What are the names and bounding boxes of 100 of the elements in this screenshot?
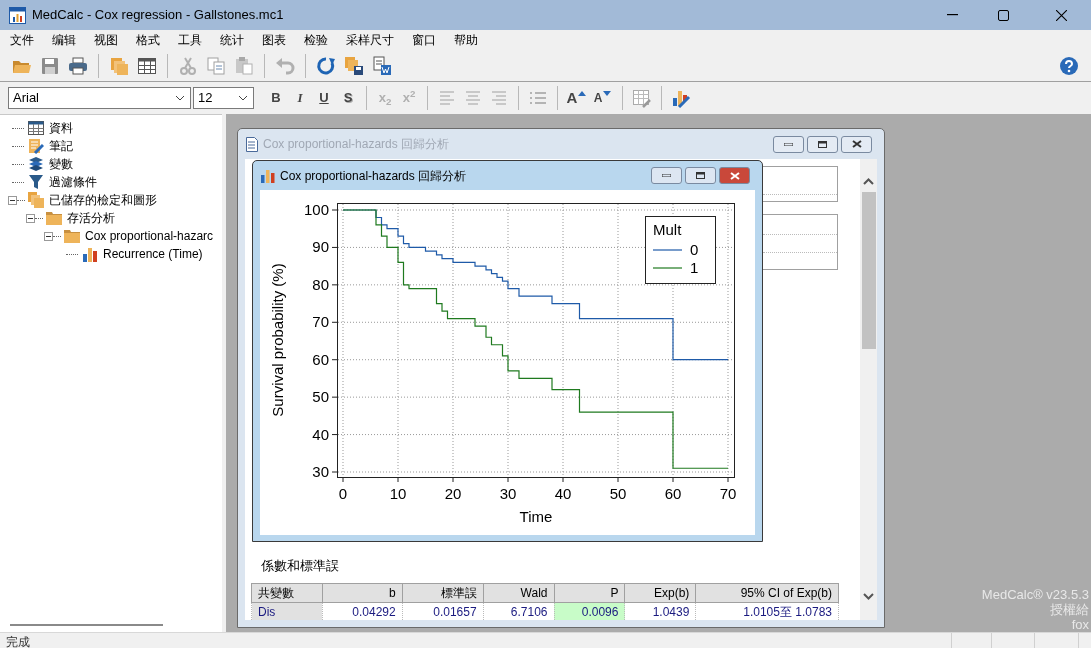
format-button[interactable]: I — [288, 87, 312, 109]
tick-label: 70 — [719, 485, 737, 502]
format-button[interactable]: U — [312, 87, 336, 109]
menu-item[interactable]: 采样尺寸 — [340, 31, 400, 49]
axis-title: Survival probability (%) — [269, 263, 286, 417]
printer-icon[interactable] — [68, 55, 88, 76]
refresh-icon[interactable] — [316, 55, 336, 76]
column-header: 共變數 — [251, 583, 323, 603]
export-word-icon[interactable] — [372, 55, 392, 76]
tick-label: 90 — [312, 238, 329, 256]
tree-item[interactable]: 筆記 — [49, 137, 73, 155]
column-header: Wald — [483, 583, 554, 603]
menu-item[interactable]: 格式 — [130, 31, 166, 49]
close-button[interactable] — [719, 167, 750, 184]
maximize-icon[interactable] — [998, 9, 1009, 21]
format-button[interactable]: B — [264, 87, 288, 109]
menu-item[interactable]: 编辑 — [46, 31, 82, 49]
legend-label: 0 — [690, 241, 699, 258]
scrollbar-thumb[interactable] — [10, 624, 163, 626]
menu-item[interactable]: 检验 — [298, 31, 334, 49]
restore-icon — [696, 172, 705, 179]
tree-item[interactable]: Recurrence (Time) — [103, 245, 203, 263]
save-icon[interactable] — [40, 55, 60, 76]
legend-label: 1 — [690, 259, 699, 276]
dropdown[interactable]: 12 — [193, 87, 254, 109]
menu-item[interactable]: 文件 — [4, 31, 40, 49]
table-settings-icon[interactable] — [632, 88, 652, 108]
chevron-down-icon[interactable] — [175, 95, 185, 101]
tree-item[interactable]: 存活分析 — [67, 209, 115, 227]
license-text: fox — [1071, 617, 1089, 632]
chevron-down-icon[interactable] — [863, 593, 874, 600]
tick-label: 50 — [609, 485, 627, 502]
document-icon[interactable] — [246, 136, 258, 152]
column-header: 標準誤 — [402, 583, 484, 603]
menu-item[interactable]: 帮助 — [448, 31, 484, 49]
tick-label: 60 — [312, 350, 329, 368]
tick-label: 50 — [312, 388, 329, 406]
column-header: b — [322, 583, 403, 603]
dropdown[interactable]: Arial — [8, 87, 191, 109]
tick-label: 40 — [554, 485, 572, 502]
menu-item[interactable]: 窗口 — [406, 31, 442, 49]
chart-edit-icon[interactable] — [671, 88, 691, 108]
folder-icon[interactable] — [64, 228, 80, 244]
close-button[interactable] — [841, 135, 872, 153]
status-text: 完成 — [5, 634, 31, 648]
column-header: P — [554, 583, 625, 603]
filter-icon[interactable] — [28, 174, 44, 190]
tree-item[interactable]: 已儲存的檢定和圖形 — [49, 191, 157, 209]
triangle-up-icon — [577, 90, 588, 97]
chevron-down-icon[interactable] — [238, 95, 248, 101]
chevron-up-icon[interactable] — [863, 178, 874, 185]
tick-label: 100 — [303, 201, 329, 218]
window-title: MedCalc - Cox regression - Gallstones.mc1 — [32, 6, 284, 25]
help-icon[interactable] — [1060, 56, 1078, 75]
stack-icon[interactable] — [28, 156, 44, 172]
license-text: 授權給 — [1050, 602, 1089, 617]
bar-chart-icon[interactable] — [82, 246, 98, 262]
legend — [645, 216, 716, 284]
triangle-down-icon — [602, 90, 613, 97]
folder-icon[interactable] — [46, 210, 62, 226]
tree-item[interactable]: Cox proportional-hazarc — [85, 227, 214, 245]
tick-label: 30 — [499, 485, 517, 502]
column-header: Exp(b) — [624, 583, 696, 603]
collapse-icon[interactable] — [8, 195, 17, 205]
tick-label: 40 — [312, 425, 329, 443]
close-icon[interactable] — [1056, 9, 1067, 21]
restore-icon — [818, 140, 827, 148]
menu-item[interactable]: 工具 — [172, 31, 208, 49]
tick-label: 30 — [312, 463, 329, 480]
pages-save-icon[interactable] — [344, 55, 364, 76]
tree-item[interactable]: 過濾條件 — [49, 173, 97, 191]
tick-label: 10 — [389, 485, 407, 502]
menu-item[interactable]: 图表 — [256, 31, 292, 49]
bar-chart-icon[interactable] — [261, 168, 275, 183]
menu-item[interactable]: 视图 — [88, 31, 124, 49]
section-title: 係數和標準誤 — [261, 557, 339, 575]
axis-title: Time — [519, 508, 553, 525]
collapse-icon[interactable] — [26, 213, 35, 223]
restore-button[interactable] — [807, 135, 838, 153]
restore-button[interactable] — [685, 167, 716, 184]
notes-icon[interactable] — [28, 138, 44, 154]
table-icon[interactable] — [28, 120, 44, 136]
tree-item[interactable]: 資料 — [49, 119, 73, 137]
legend-title: Mult — [653, 221, 682, 238]
table-icon[interactable] — [137, 55, 157, 76]
tree-item[interactable]: 變數 — [49, 155, 73, 173]
font-size-button[interactable]: A — [564, 87, 590, 109]
tick-label: 0 — [338, 485, 348, 502]
collapse-icon[interactable] — [44, 231, 53, 241]
format-button[interactable]: S — [336, 87, 360, 109]
tick-label: 80 — [312, 275, 329, 293]
tick-label: 60 — [664, 485, 682, 502]
license-text: MedCalc® v23.5.3 — [981, 587, 1089, 602]
menu-item[interactable]: 统计 — [214, 31, 250, 49]
tick-label: 70 — [312, 313, 329, 331]
close-icon — [729, 171, 740, 180]
tick-label: 20 — [444, 485, 462, 502]
minimize-icon[interactable] — [947, 14, 958, 16]
font-size-button[interactable]: A — [590, 87, 616, 109]
scrollbar-thumb[interactable] — [862, 192, 876, 349]
